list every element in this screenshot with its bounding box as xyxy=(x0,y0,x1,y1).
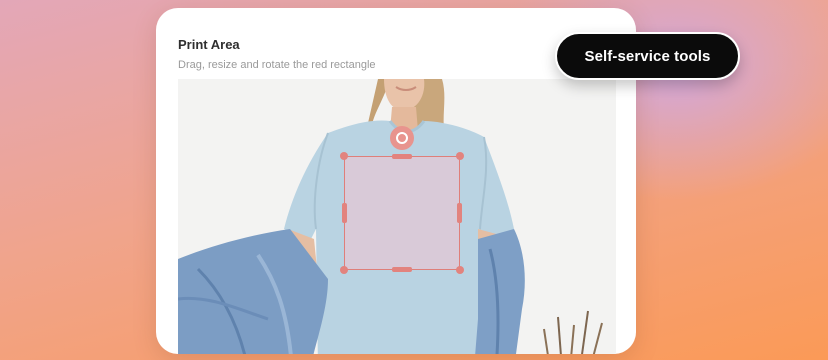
resize-handle-right[interactable] xyxy=(457,203,462,223)
rotate-icon xyxy=(396,132,408,144)
mockup-canvas xyxy=(178,79,616,354)
resize-handle-top-right[interactable] xyxy=(456,152,464,160)
self-service-tools-badge: Self-service tools xyxy=(555,32,740,80)
resize-handle-left[interactable] xyxy=(342,203,347,223)
rotate-handle[interactable] xyxy=(390,126,414,150)
resize-handle-top-left[interactable] xyxy=(340,152,348,160)
print-area-rectangle[interactable] xyxy=(344,156,460,270)
resize-handle-bottom[interactable] xyxy=(392,267,412,272)
resize-handle-bottom-left[interactable] xyxy=(340,266,348,274)
resize-handle-bottom-right[interactable] xyxy=(456,266,464,274)
resize-handle-top[interactable] xyxy=(392,154,412,159)
card-title: Print Area xyxy=(178,37,240,52)
card-subtitle: Drag, resize and rotate the red rectangl… xyxy=(178,59,376,71)
